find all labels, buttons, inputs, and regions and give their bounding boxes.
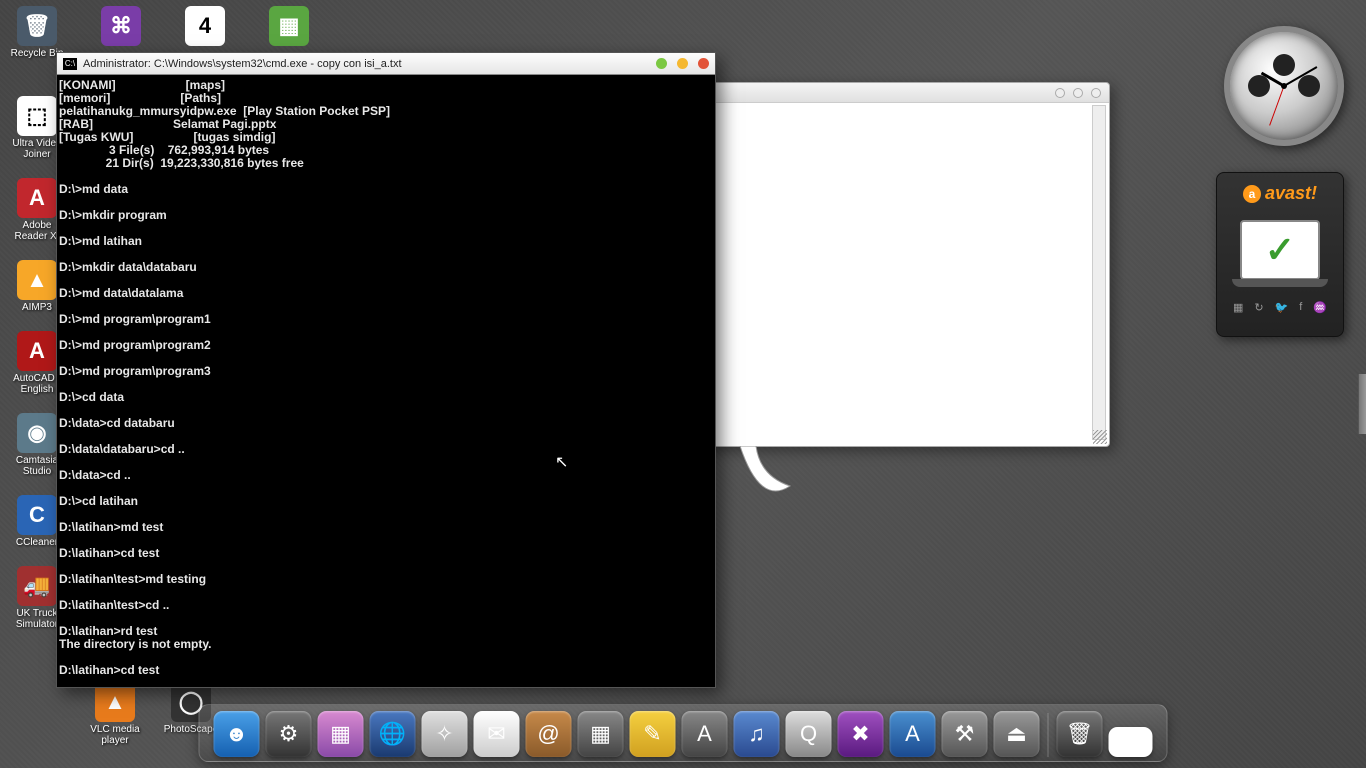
rss-icon[interactable]: ♒	[1313, 301, 1327, 314]
cmd-close-button[interactable]	[698, 58, 709, 69]
bubble-tail	[730, 446, 810, 516]
dock-eject[interactable]: ⏏	[994, 711, 1040, 757]
doc-max-button[interactable]	[1073, 88, 1083, 98]
dock-minimized-window[interactable]	[1109, 727, 1153, 757]
avast-ball-icon: a	[1243, 185, 1261, 203]
cmd-window[interactable]: C:\ Administrator: C:\Windows\system32\c…	[56, 52, 716, 688]
dock-safari[interactable]: ✧	[422, 711, 468, 757]
dock-gallery[interactable]: ▦	[318, 711, 364, 757]
cmd-maximize-button[interactable]	[677, 58, 688, 69]
dock-mail[interactable]: ✉	[474, 711, 520, 757]
twitter-icon[interactable]: 🐦	[1275, 301, 1289, 314]
show-desktop-peek[interactable]	[1358, 374, 1366, 434]
dock-globe[interactable]: 🌐	[370, 711, 416, 757]
dock-macappstore[interactable]: A	[890, 711, 936, 757]
cmd-title: Administrator: C:\Windows\system32\cmd.e…	[83, 58, 402, 70]
avast-logo: a avast!	[1243, 183, 1317, 204]
cmd-minimize-button[interactable]	[656, 58, 667, 69]
desktop-shortcut[interactable]: ▲VLC media player	[84, 682, 146, 746]
doc-scrollbar[interactable]	[1092, 105, 1106, 440]
check-icon: ✓	[1265, 229, 1295, 271]
avast-social-icons[interactable]: ▦ ↻ 🐦 f ♒	[1233, 301, 1327, 314]
dock-xcode-alt[interactable]: ✖	[838, 711, 884, 757]
second-hand	[1269, 86, 1284, 126]
mouse-cursor-icon: ↖	[555, 452, 568, 472]
doc-close-button[interactable]	[1091, 88, 1101, 98]
doc-min-button[interactable]	[1055, 88, 1065, 98]
dock-itunes[interactable]: ♫	[734, 711, 780, 757]
dock-quicktime[interactable]: Q	[786, 711, 832, 757]
grid-icon[interactable]: ▦	[1233, 301, 1243, 314]
cmd-icon: C:\	[63, 58, 77, 70]
dock-finder[interactable]: ☻	[214, 711, 260, 757]
dock-contacts[interactable]: @	[526, 711, 572, 757]
dock-calculator[interactable]: ▦	[578, 711, 624, 757]
dock-trash[interactable]: 🗑	[1057, 711, 1103, 757]
avast-gadget[interactable]: a avast! ✓ ▦ ↻ 🐦 f ♒	[1216, 172, 1344, 337]
facebook-icon[interactable]: f	[1299, 301, 1302, 314]
cmd-titlebar[interactable]: C:\ Administrator: C:\Windows\system32\c…	[57, 53, 715, 75]
dock-notes[interactable]: ✎	[630, 711, 676, 757]
cmd-output[interactable]: [KONAMI] [maps] [memori] [Paths] pelatih…	[57, 75, 715, 687]
avast-brand-text: avast!	[1265, 183, 1317, 204]
dock-appstore[interactable]: A	[682, 711, 728, 757]
avast-status-icon: ✓	[1240, 220, 1320, 280]
dock-utilities[interactable]: ⚒	[942, 711, 988, 757]
clock-gadget[interactable]	[1224, 26, 1344, 146]
dock-settings[interactable]: ⚙	[266, 711, 312, 757]
dock[interactable]: ☻⚙▦🌐✧✉@▦✎A♫Q✖A⚒⏏🗑	[199, 704, 1168, 762]
doc-resize-handle[interactable]	[1093, 430, 1107, 444]
refresh-icon[interactable]: ↻	[1254, 301, 1263, 314]
